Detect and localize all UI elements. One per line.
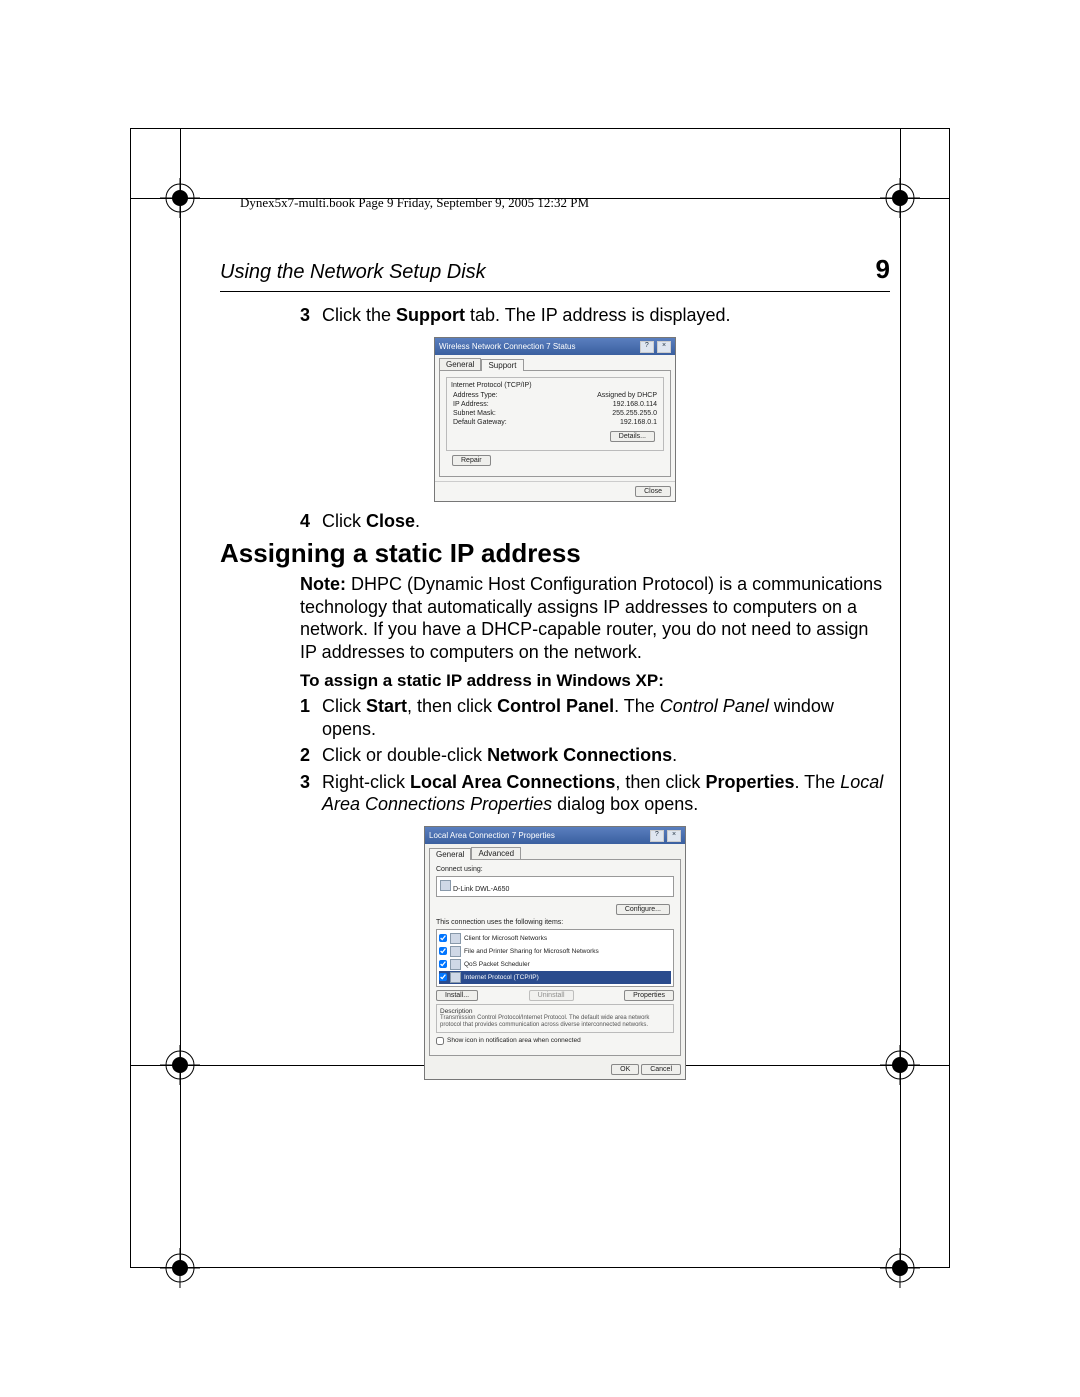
cancel-button[interactable]: Cancel xyxy=(641,1064,681,1075)
list-item[interactable]: File and Printer Sharing for Microsoft N… xyxy=(439,945,671,958)
properties-button[interactable]: Properties xyxy=(624,990,674,1001)
help-icon[interactable]: ? xyxy=(640,341,654,353)
ok-button[interactable]: OK xyxy=(611,1064,639,1075)
dialog-title: Local Area Connection 7 Properties xyxy=(429,831,555,840)
item-checkbox[interactable] xyxy=(439,960,447,968)
kv-subnet-mask: Subnet Mask:255.255.255.0 xyxy=(451,409,659,418)
step-4: 4 Click Close. xyxy=(300,510,890,533)
close-icon[interactable]: × xyxy=(667,830,681,842)
adapter-field: D-Link DWL-A650 xyxy=(436,876,674,897)
procedure-subhead: To assign a static IP address in Windows… xyxy=(300,671,890,691)
registration-mark-icon xyxy=(160,1248,200,1288)
uninstall-button: Uninstall xyxy=(529,990,574,1001)
registration-mark-icon xyxy=(160,1045,200,1085)
window-controls: ? × xyxy=(649,829,681,842)
step-text: Right-click Local Area Connections, then… xyxy=(322,771,890,816)
screenshot-lan-properties: Local Area Connection 7 Properties ? × G… xyxy=(424,826,686,1080)
component-icon xyxy=(450,959,461,970)
list-item-selected[interactable]: Internet Protocol (TCP/IP) xyxy=(439,971,671,984)
dialog-panel: Connect using: D-Link DWL-A650 Configure… xyxy=(429,859,681,1056)
dialog-title: Wireless Network Connection 7 Status xyxy=(439,342,576,351)
kv-ip-address: IP Address:192.168.0.114 xyxy=(451,400,659,409)
list-item[interactable]: QoS Packet Scheduler xyxy=(439,958,671,971)
step-text: Click the Support tab. The IP address is… xyxy=(322,304,890,327)
close-button[interactable]: Close xyxy=(635,486,671,497)
tab-advanced[interactable]: Advanced xyxy=(471,847,521,859)
section-title: Using the Network Setup Disk xyxy=(220,261,486,284)
crop-line xyxy=(900,128,901,1268)
item-checkbox[interactable] xyxy=(439,973,447,981)
step-number: 3 xyxy=(300,771,322,816)
step-number: 3 xyxy=(300,304,322,327)
step-number: 4 xyxy=(300,510,322,533)
dialog-panel: Internet Protocol (TCP/IP) Address Type:… xyxy=(439,370,671,477)
tab-general[interactable]: General xyxy=(439,358,481,370)
proc-step-3: 3 Right-click Local Area Connections, th… xyxy=(300,771,890,816)
close-icon[interactable]: × xyxy=(657,341,671,353)
tab-support[interactable]: Support xyxy=(481,359,523,371)
book-header: Dynex5x7-multi.book Page 9 Friday, Septe… xyxy=(240,195,589,211)
adapter-icon xyxy=(440,880,451,891)
dialog-footer: OK Cancel xyxy=(425,1060,685,1079)
help-icon[interactable]: ? xyxy=(650,830,664,842)
proc-step-2: 2 Click or double-click Network Connecti… xyxy=(300,744,890,767)
registration-mark-icon xyxy=(880,1248,920,1288)
description-body: Transmission Control Protocol/Internet P… xyxy=(440,1015,670,1029)
window-controls: ? × xyxy=(639,340,671,353)
dialog-tabs: General Support xyxy=(435,355,675,370)
registration-mark-icon xyxy=(880,178,920,218)
uses-label: This connection uses the following items… xyxy=(436,919,674,926)
heading-assigning-static-ip: Assigning a static IP address xyxy=(220,538,890,569)
component-buttons: Install... Uninstall Properties xyxy=(436,990,674,1001)
step-text: Click Close. xyxy=(322,510,890,533)
show-icon-label: Show icon in notification area when conn… xyxy=(447,1037,581,1044)
registration-mark-icon xyxy=(160,178,200,218)
install-button[interactable]: Install... xyxy=(436,990,478,1001)
connect-using-label: Connect using: xyxy=(436,866,674,873)
show-icon-checkbox[interactable] xyxy=(436,1037,444,1045)
item-checkbox[interactable] xyxy=(439,947,447,955)
show-icon-row[interactable]: Show icon in notification area when conn… xyxy=(436,1037,674,1045)
list-item[interactable]: Client for Microsoft Networks xyxy=(439,932,671,945)
page-number: 9 xyxy=(876,254,890,285)
kv-default-gateway: Default Gateway:192.168.0.1 xyxy=(451,418,659,427)
components-listbox[interactable]: Client for Microsoft Networks File and P… xyxy=(436,929,674,987)
page-content: 3 Click the Support tab. The IP address … xyxy=(220,300,890,1088)
group-label: Internet Protocol (TCP/IP) xyxy=(451,382,659,389)
running-head: Using the Network Setup Disk 9 xyxy=(220,254,890,292)
description-label: Description xyxy=(440,1008,670,1015)
component-icon xyxy=(450,946,461,957)
kv-address-type: Address Type:Assigned by DHCP xyxy=(451,391,659,400)
configure-button[interactable]: Configure... xyxy=(616,904,670,915)
dialog-titlebar: Wireless Network Connection 7 Status ? × xyxy=(435,338,675,355)
component-icon xyxy=(450,933,461,944)
step-number: 1 xyxy=(300,695,322,740)
step-text: Click or double-click Network Connection… xyxy=(322,744,890,767)
proc-step-1: 1 Click Start, then click Control Panel.… xyxy=(300,695,890,740)
note-paragraph: Note: DHPC (Dynamic Host Configuration P… xyxy=(300,573,890,663)
details-button[interactable]: Details... xyxy=(610,431,655,442)
step-number: 2 xyxy=(300,744,322,767)
dialog-tabs: General Advanced xyxy=(425,844,685,859)
step-3: 3 Click the Support tab. The IP address … xyxy=(300,304,890,327)
screenshot-wireless-status: Wireless Network Connection 7 Status ? ×… xyxy=(434,337,676,502)
dialog-titlebar: Local Area Connection 7 Properties ? × xyxy=(425,827,685,844)
crop-line xyxy=(180,128,181,1268)
description-box: Description Transmission Control Protoco… xyxy=(436,1004,674,1033)
item-checkbox[interactable] xyxy=(439,934,447,942)
component-icon xyxy=(450,972,461,983)
adapter-name: D-Link DWL-A650 xyxy=(453,886,509,893)
repair-button[interactable]: Repair xyxy=(452,455,491,466)
tab-general[interactable]: General xyxy=(429,848,471,860)
step-text: Click Start, then click Control Panel. T… xyxy=(322,695,890,740)
